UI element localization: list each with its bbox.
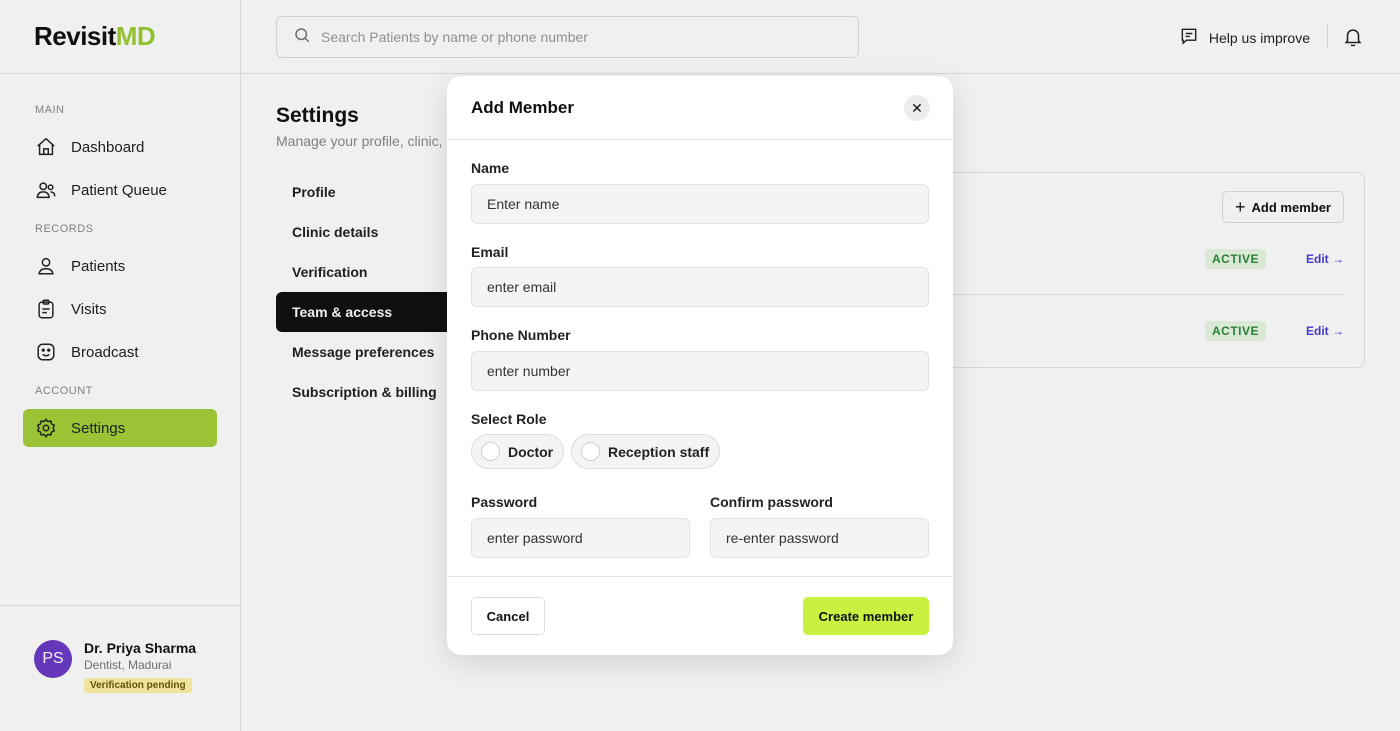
add-member-modal: Add Member ✕ Name Enter name Email enter…: [447, 76, 953, 655]
role-label: Select Role: [471, 411, 547, 427]
password-field[interactable]: enter password: [471, 518, 690, 558]
phone-field[interactable]: enter number: [471, 351, 929, 391]
phone-label: Phone Number: [471, 327, 571, 343]
email-label: Email: [471, 244, 509, 260]
role-option-reception[interactable]: Reception staff: [571, 434, 721, 469]
password-label: Password: [471, 494, 538, 510]
radio-button[interactable]: [581, 442, 600, 461]
role-label-doctor: Doctor: [508, 443, 554, 460]
name-label: Name: [471, 160, 510, 176]
cancel-button[interactable]: Cancel: [471, 597, 545, 635]
modal-divider: [447, 576, 953, 577]
name-field[interactable]: Enter name: [471, 184, 929, 224]
confirm-password-field[interactable]: re-enter password: [710, 518, 929, 558]
radio-button[interactable]: [481, 442, 500, 461]
email-field[interactable]: enter email: [471, 267, 929, 307]
modal-divider: [447, 139, 953, 140]
modal-title: Add Member: [471, 98, 574, 117]
role-label-reception: Reception staff: [608, 443, 710, 460]
create-member-button[interactable]: Create member: [803, 597, 929, 635]
close-icon[interactable]: ✕: [904, 95, 930, 121]
confirm-password-label: Confirm password: [710, 494, 833, 510]
role-option-doctor[interactable]: Doctor: [471, 434, 565, 469]
